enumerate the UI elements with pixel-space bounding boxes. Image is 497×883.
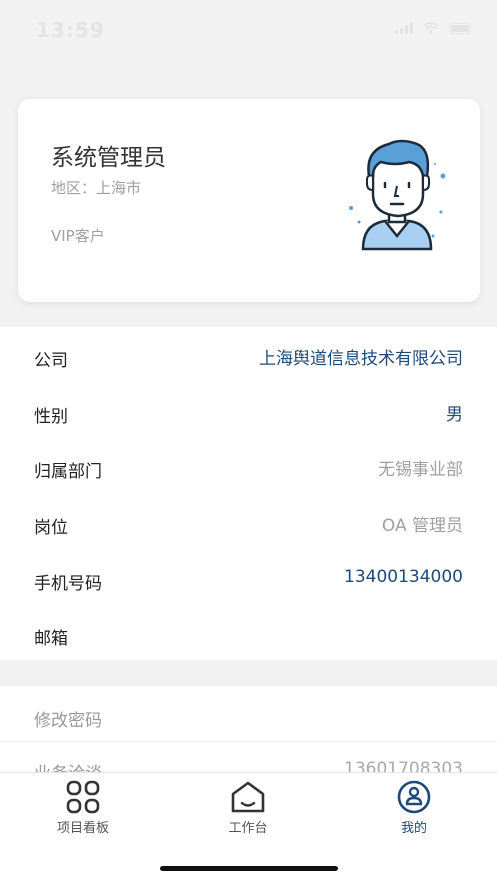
tab-workbench-label: 工作台 — [188, 817, 308, 836]
department-row[interactable]: 归属部门 无锡事业部 — [0, 439, 497, 495]
phone-label: 手机号码 — [34, 569, 102, 594]
wifi-icon — [423, 22, 439, 34]
profile-level: VIP客户 — [51, 225, 105, 246]
signal-icon — [395, 22, 413, 34]
position-label: 岗位 — [34, 513, 68, 538]
grid-icon — [65, 779, 101, 815]
status-icons — [395, 22, 471, 34]
status-time: 13:59 — [36, 18, 105, 42]
gender-row[interactable]: 性别 男 — [0, 384, 497, 440]
phone-row[interactable]: 手机号码 13400134000 — [0, 551, 497, 607]
home-icon — [230, 779, 266, 815]
position-value: OA 管理员 — [382, 511, 463, 536]
profile-region: 地区：上海市 — [51, 177, 141, 198]
tab-workbench[interactable]: 工作台 — [188, 779, 308, 839]
tab-project-board-label: 项目看板 — [23, 817, 143, 836]
change-password-item[interactable]: 修改密码 — [34, 706, 102, 731]
department-label: 归属部门 — [34, 457, 102, 482]
email-row[interactable]: 邮箱 — [0, 606, 497, 662]
gender-label: 性别 — [34, 402, 68, 427]
gender-value: 男 — [446, 400, 463, 425]
company-value: 上海舆道信息技术有限公司 — [259, 344, 463, 369]
profile-icon — [396, 779, 432, 815]
tab-mine-label: 我的 — [354, 817, 474, 836]
tab-mine[interactable]: 我的 — [354, 779, 474, 839]
profile-card: 系统管理员 地区：上海市 VIP客户 — [18, 99, 480, 302]
phone-value: 13400134000 — [344, 567, 463, 587]
divider — [0, 741, 497, 742]
status-bar: 13:59 — [0, 0, 497, 60]
company-row[interactable]: 公司 上海舆道信息技术有限公司 — [0, 328, 497, 384]
account-actions: 修改密码 业务洽谈 13601708303 — [0, 686, 497, 776]
info-list: 公司 上海舆道信息技术有限公司 性别 男 归属部门 无锡事业部 岗位 OA 管理… — [0, 327, 497, 660]
company-label: 公司 — [34, 346, 68, 371]
battery-icon — [449, 23, 471, 34]
home-indicator[interactable] — [160, 866, 338, 871]
user-avatar-icon — [345, 136, 449, 251]
email-label: 邮箱 — [34, 624, 68, 649]
position-row[interactable]: 岗位 OA 管理员 — [0, 495, 497, 551]
profile-name: 系统管理员 — [51, 138, 166, 172]
department-value: 无锡事业部 — [378, 455, 463, 480]
tab-project-board[interactable]: 项目看板 — [23, 779, 143, 839]
